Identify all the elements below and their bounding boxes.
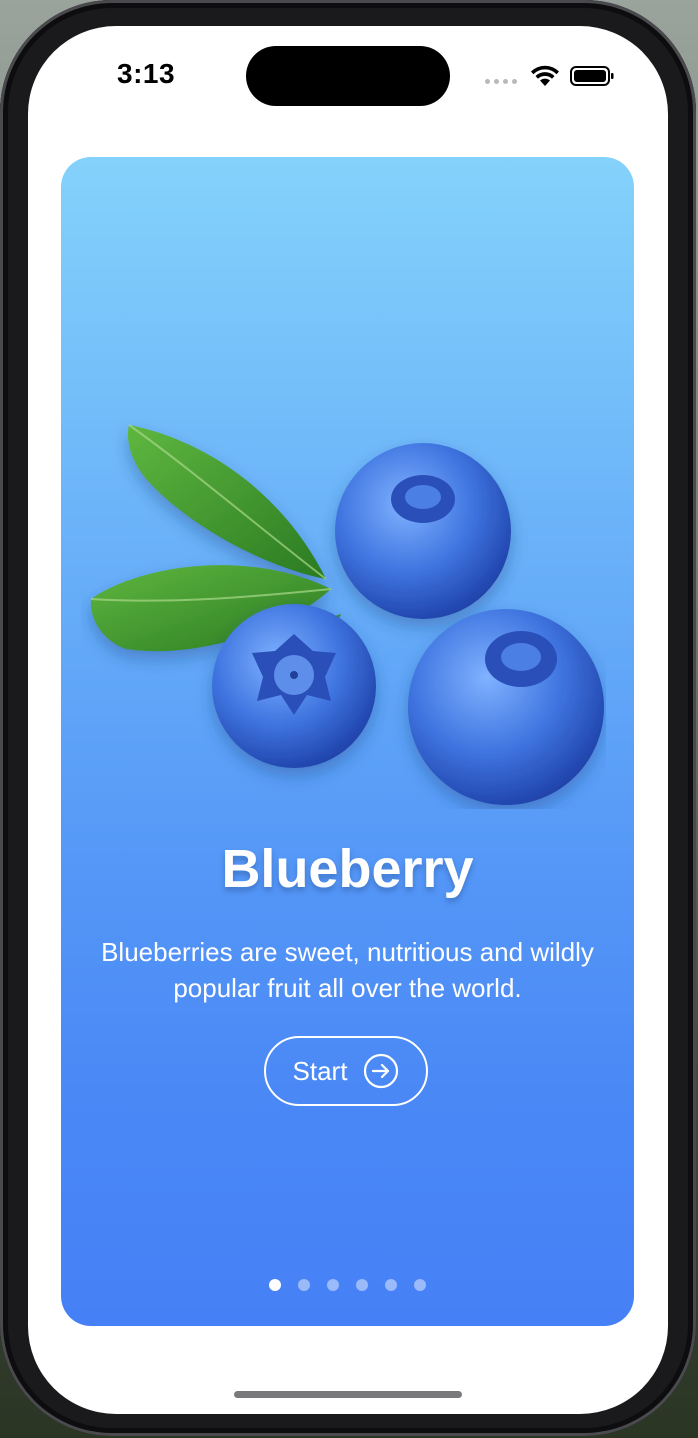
arrow-right-circle-icon: [364, 1053, 399, 1089]
cellular-signal-icon: [485, 79, 517, 84]
start-button-label: Start: [292, 1055, 348, 1086]
fruit-title: Blueberry: [221, 839, 474, 899]
start-button[interactable]: Start: [264, 1036, 428, 1106]
status-bar: 3:13: [28, 26, 668, 126]
status-time: 3:13: [117, 58, 176, 89]
blueberry-image: [90, 424, 604, 805]
fruit-description: Blueberries are sweet, nutritious and wi…: [101, 937, 594, 1003]
page-dot-6[interactable]: [414, 1279, 426, 1291]
phone-frame: 3:13 Blueberry Blueberries are sweet, nu…: [0, 0, 696, 1436]
page-dot-5[interactable]: [385, 1279, 397, 1291]
page-dot-3[interactable]: [327, 1279, 339, 1291]
onboarding-card: Blueberry Blueberries are sweet, nutriti…: [61, 157, 634, 1326]
page-dot-4[interactable]: [356, 1279, 368, 1291]
battery-icon: [570, 66, 614, 86]
phone-screen: 3:13 Blueberry Blueberries are sweet, nu…: [28, 26, 668, 1414]
dynamic-island: [246, 46, 450, 106]
page-indicator: [61, 1279, 634, 1291]
home-indicator[interactable]: [234, 1391, 462, 1398]
page-dot-2[interactable]: [298, 1279, 310, 1291]
page-dot-1[interactable]: [269, 1279, 281, 1291]
wifi-icon: [531, 65, 559, 86]
